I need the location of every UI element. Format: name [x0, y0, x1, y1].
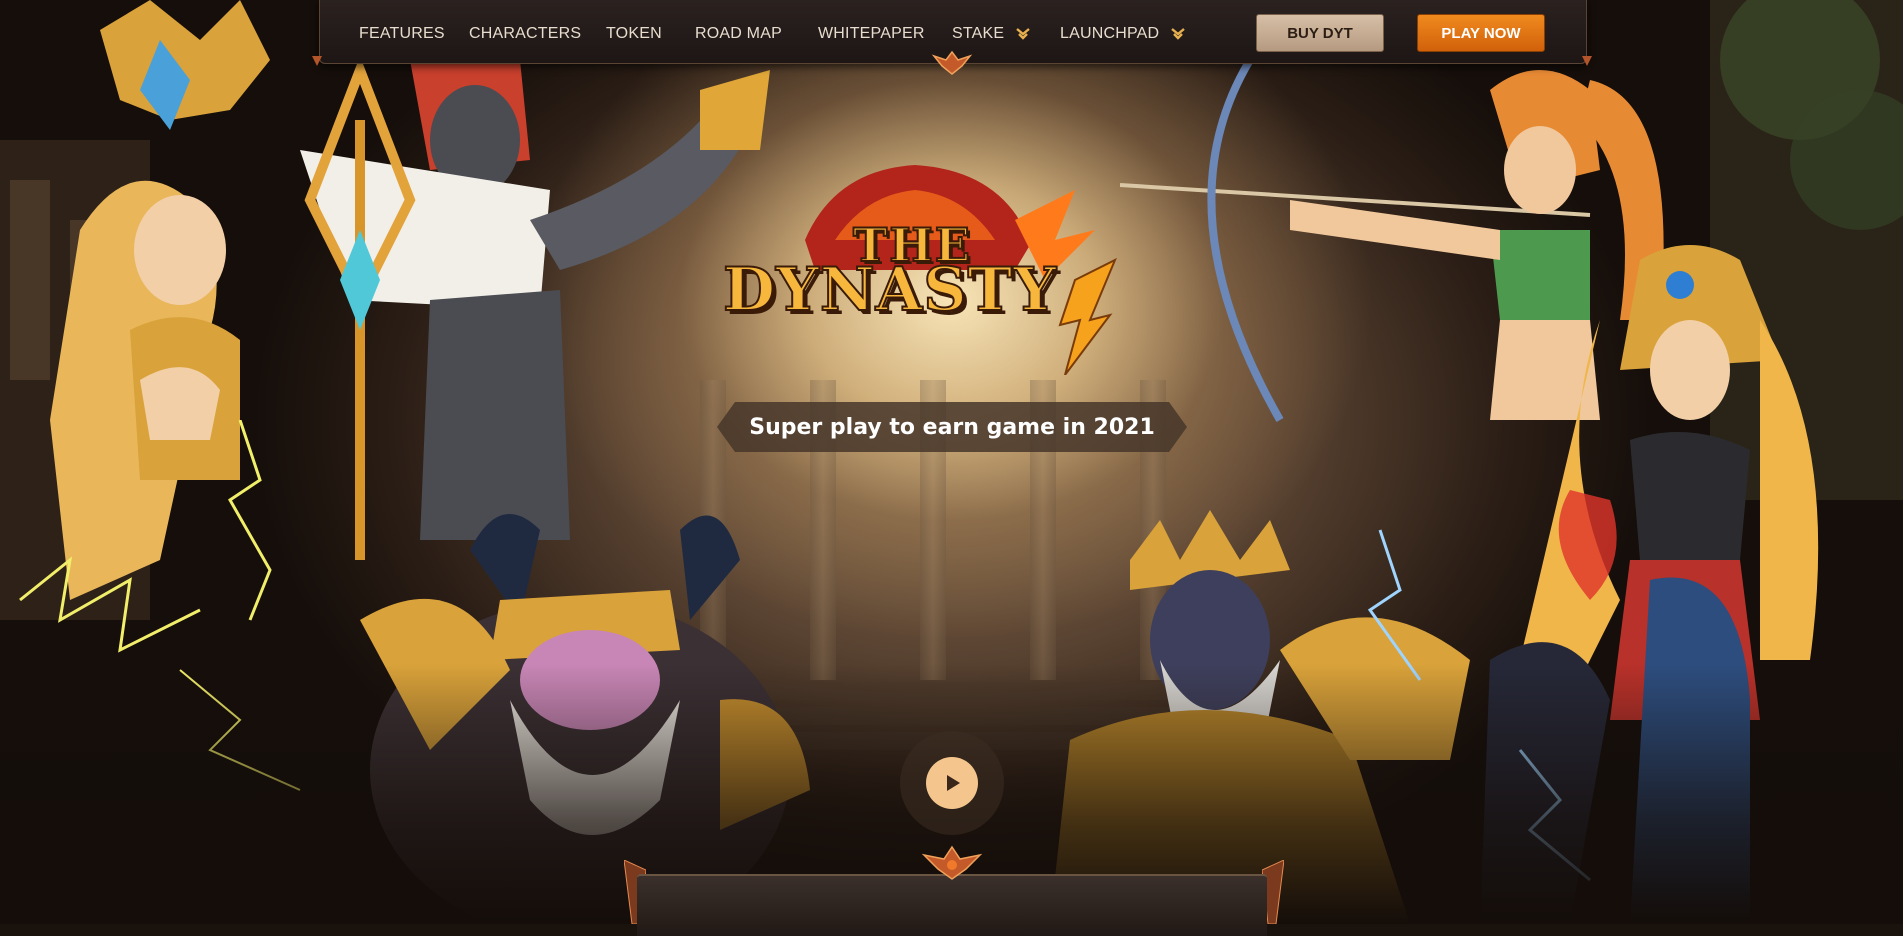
nav-link-characters[interactable]: CHARACTERS [469, 22, 581, 46]
bottom-panel [637, 874, 1267, 936]
double-chevron-down-icon [1171, 27, 1185, 40]
nav-link-features[interactable]: FEATURES [359, 22, 445, 46]
hero-tagline: Super play to earn game in 2021 [717, 402, 1187, 452]
game-logo: THE DYNASTY [715, 160, 1125, 376]
navbar-corner-right [1582, 56, 1592, 66]
double-chevron-down-icon [1016, 27, 1030, 40]
bottom-ornament-icon [921, 845, 983, 880]
play-video-button[interactable] [900, 731, 1004, 835]
buy-dyt-button[interactable]: BUY DYT [1256, 14, 1384, 52]
navbar-ornament-icon [932, 50, 972, 75]
play-now-button[interactable]: PLAY NOW [1417, 14, 1545, 52]
nav-link-roadmap[interactable]: ROAD MAP [695, 22, 782, 46]
play-icon [947, 775, 960, 791]
play-button-inner [926, 757, 978, 809]
nav-link-whitepaper[interactable]: WHITEPAPER [818, 22, 925, 46]
nav-dropdown-stake[interactable]: STAKE [952, 22, 1031, 46]
nav-link-token[interactable]: TOKEN [606, 22, 662, 46]
navbar-corner-left [312, 56, 322, 66]
logo-line-dynasty: DYNASTY [722, 254, 1058, 326]
nav-label-launchpad: LAUNCHPAD [1060, 25, 1160, 42]
nav-dropdown-launchpad[interactable]: LAUNCHPAD [1060, 22, 1186, 46]
nav-label-stake: STAKE [952, 25, 1005, 42]
tagline-text: Super play to earn game in 2021 [749, 414, 1155, 440]
